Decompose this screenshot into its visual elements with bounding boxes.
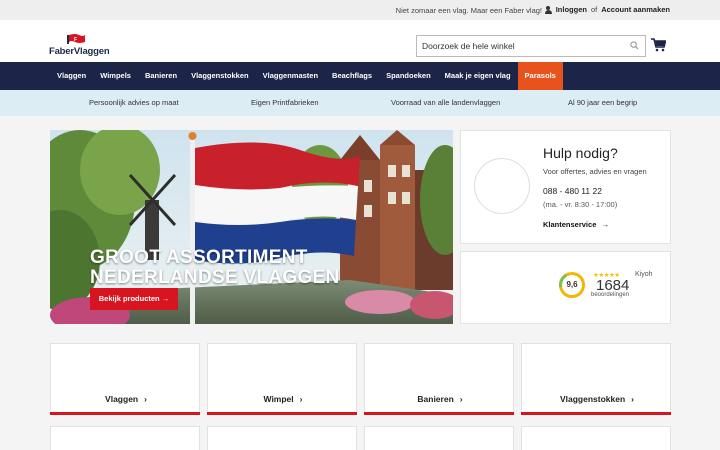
category-tile-wimpel[interactable]: Wimpel ›: [207, 343, 357, 415]
search-box: [416, 35, 646, 57]
category-tile[interactable]: [207, 426, 357, 450]
arrow-right-icon: →: [161, 294, 170, 303]
usp-item: Al 90 jaar een begrip: [568, 98, 638, 107]
help-subtitle: Voor offertes, advies en vragen: [543, 167, 647, 176]
arrow-right-icon: →: [601, 220, 609, 229]
usp-item: Persoonlijk advies op maat: [89, 98, 179, 107]
chevron-right-icon: ›: [459, 394, 463, 404]
chevron-right-icon: ›: [299, 394, 303, 404]
usp-item: Eigen Printfabrieken: [251, 98, 319, 107]
category-tile-vlaggenstokken[interactable]: Vlaggenstokken ›: [521, 343, 671, 415]
category-tile-banieren[interactable]: Banieren ›: [364, 343, 514, 415]
svg-text:F: F: [74, 37, 77, 43]
main-nav: Vlaggen Wimpels Banieren Vlaggenstokken …: [0, 62, 720, 90]
chevron-right-icon: ›: [631, 394, 635, 404]
kiyoh-logo: Kiyoh: [635, 271, 653, 278]
nav-item-parasols[interactable]: Parasols: [517, 62, 563, 90]
review-count-label: beoordelingen: [591, 292, 630, 298]
hero-banner[interactable]: GROOT ASSORTIMENT NEDERLANDSE VLAGGEN Be…: [50, 130, 453, 324]
dutch-flag-icon: [195, 142, 360, 264]
shop-products-label: Bekijk producten: [98, 294, 160, 303]
or-text: of: [590, 5, 598, 14]
search-icon[interactable]: [630, 41, 639, 50]
category-label: Vlaggen: [105, 394, 139, 404]
tagline: Niet zomaar een vlag. Maar een Faber vla…: [395, 6, 542, 15]
cart-icon[interactable]: [651, 38, 666, 52]
category-label: Banieren: [417, 394, 454, 404]
nav-item-vlaggen[interactable]: Vlaggen: [50, 62, 93, 90]
category-label: Wimpel: [263, 394, 294, 404]
customer-service-link[interactable]: Klantenservice →: [543, 220, 609, 229]
customer-service-label: Klantenservice: [543, 220, 597, 229]
nav-item-banieren[interactable]: Banieren: [138, 62, 184, 90]
hero-title: GROOT ASSORTIMENT NEDERLANDSE VLAGGEN: [90, 247, 340, 288]
category-tile[interactable]: [364, 426, 514, 450]
user-icon: [544, 5, 552, 14]
help-phone[interactable]: 088 - 480 11 22: [543, 186, 602, 196]
rating-gauge: 9,6: [558, 271, 586, 299]
register-link[interactable]: Account aanmaken: [601, 5, 670, 14]
category-tile-vlaggen[interactable]: Vlaggen ›: [50, 343, 200, 415]
category-label: Vlaggenstokken: [559, 394, 626, 404]
nav-item-maak-je-eigen-vlag[interactable]: Maak je eigen vlag: [438, 62, 518, 90]
agent-avatar: [474, 158, 530, 214]
help-title: Hulp nodig?: [543, 145, 618, 161]
help-card: Hulp nodig? Voor offertes, advies en vra…: [460, 130, 671, 244]
logo[interactable]: F FaberVlaggen: [49, 34, 110, 58]
nav-item-beachflags[interactable]: Beachflags: [325, 62, 379, 90]
rating-score: 9,6: [566, 280, 578, 289]
help-hours: (ma. - vr. 8:30 - 17:00): [543, 200, 618, 209]
usp-item: Voorraad van alle landenvlaggen: [391, 98, 501, 107]
logo-text: FaberVlaggen: [49, 46, 110, 57]
nav-item-spandoeken[interactable]: Spandoeken: [379, 62, 438, 90]
review-card[interactable]: 9,6 ★★★★★ Kiyoh 1684 beoordelingen: [460, 251, 671, 324]
nav-item-vlaggenmasten[interactable]: Vlaggenmasten: [256, 62, 325, 90]
nav-item-vlaggenstokken[interactable]: Vlaggenstokken: [184, 62, 256, 90]
chevron-right-icon: ›: [144, 394, 147, 404]
category-tile[interactable]: [521, 426, 671, 450]
header: F FaberVlaggen: [0, 20, 720, 62]
login-link[interactable]: Inloggen: [556, 5, 587, 14]
nav-item-wimpels[interactable]: Wimpels: [93, 62, 138, 90]
logo-flag-icon: F: [67, 34, 85, 44]
top-bar: Niet zomaar een vlag. Maar een Faber vla…: [0, 0, 720, 20]
search-input[interactable]: [417, 36, 627, 56]
category-tile[interactable]: [50, 426, 200, 450]
account-links: Inloggen of Account aanmaken: [544, 5, 670, 14]
shop-products-button[interactable]: Bekijk producten →: [90, 288, 178, 310]
usp-bar: Persoonlijk advies op maat Eigen Printfa…: [0, 90, 720, 116]
